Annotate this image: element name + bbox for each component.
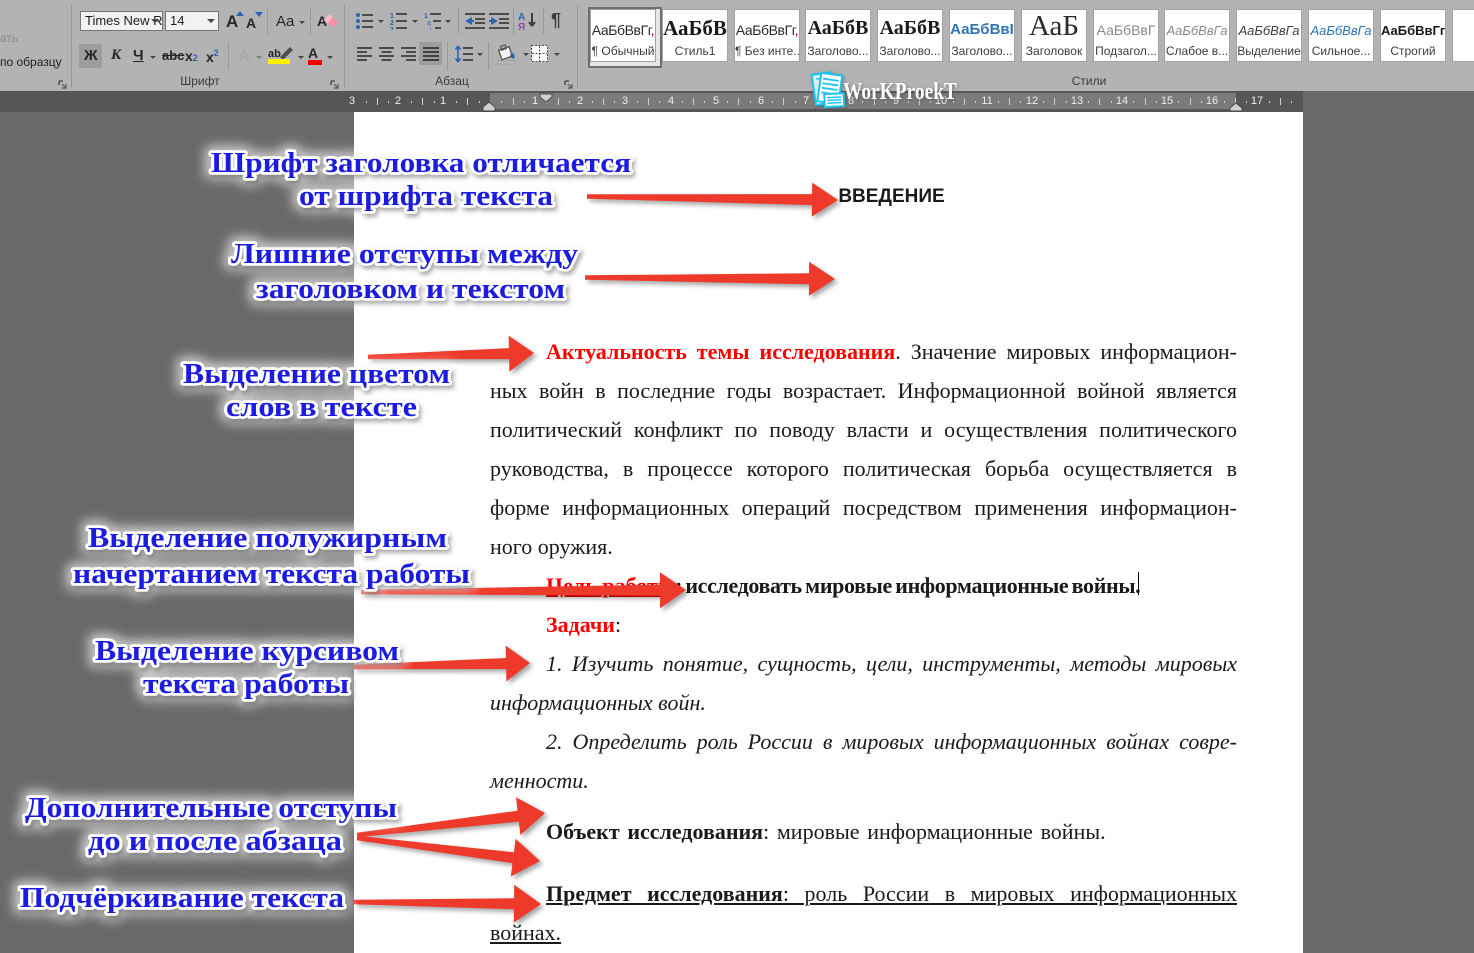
svg-text:Дополнительные отступы: Дополнительные отступы xyxy=(25,793,397,824)
svg-text:Выделение полужирным: Выделение полужирным xyxy=(88,523,447,554)
svg-text:Лишние отступы между: Лишние отступы между xyxy=(231,239,578,270)
svg-text:от шрифта текста: от шрифта текста xyxy=(299,181,553,212)
svg-text:WorKProekT: WorKProekT xyxy=(843,79,957,105)
svg-text:начертанием текста работы: начертанием текста работы xyxy=(73,559,470,590)
svg-text:Выделение курсивом: Выделение курсивом xyxy=(95,636,399,667)
svg-text:текста работы: текста работы xyxy=(143,669,349,700)
svg-text:Подчёркивание текста: Подчёркивание текста xyxy=(20,883,344,914)
svg-text:до и после абзаца: до и после абзаца xyxy=(88,826,342,857)
svg-text:слов в тексте: слов в тексте xyxy=(226,392,417,423)
svg-text:Выделение цветом: Выделение цветом xyxy=(183,359,450,390)
svg-text:Шрифт заголовка отличается: Шрифт заголовка отличается xyxy=(211,148,631,179)
svg-text:заголовком и текстом: заголовком и текстом xyxy=(256,274,565,305)
